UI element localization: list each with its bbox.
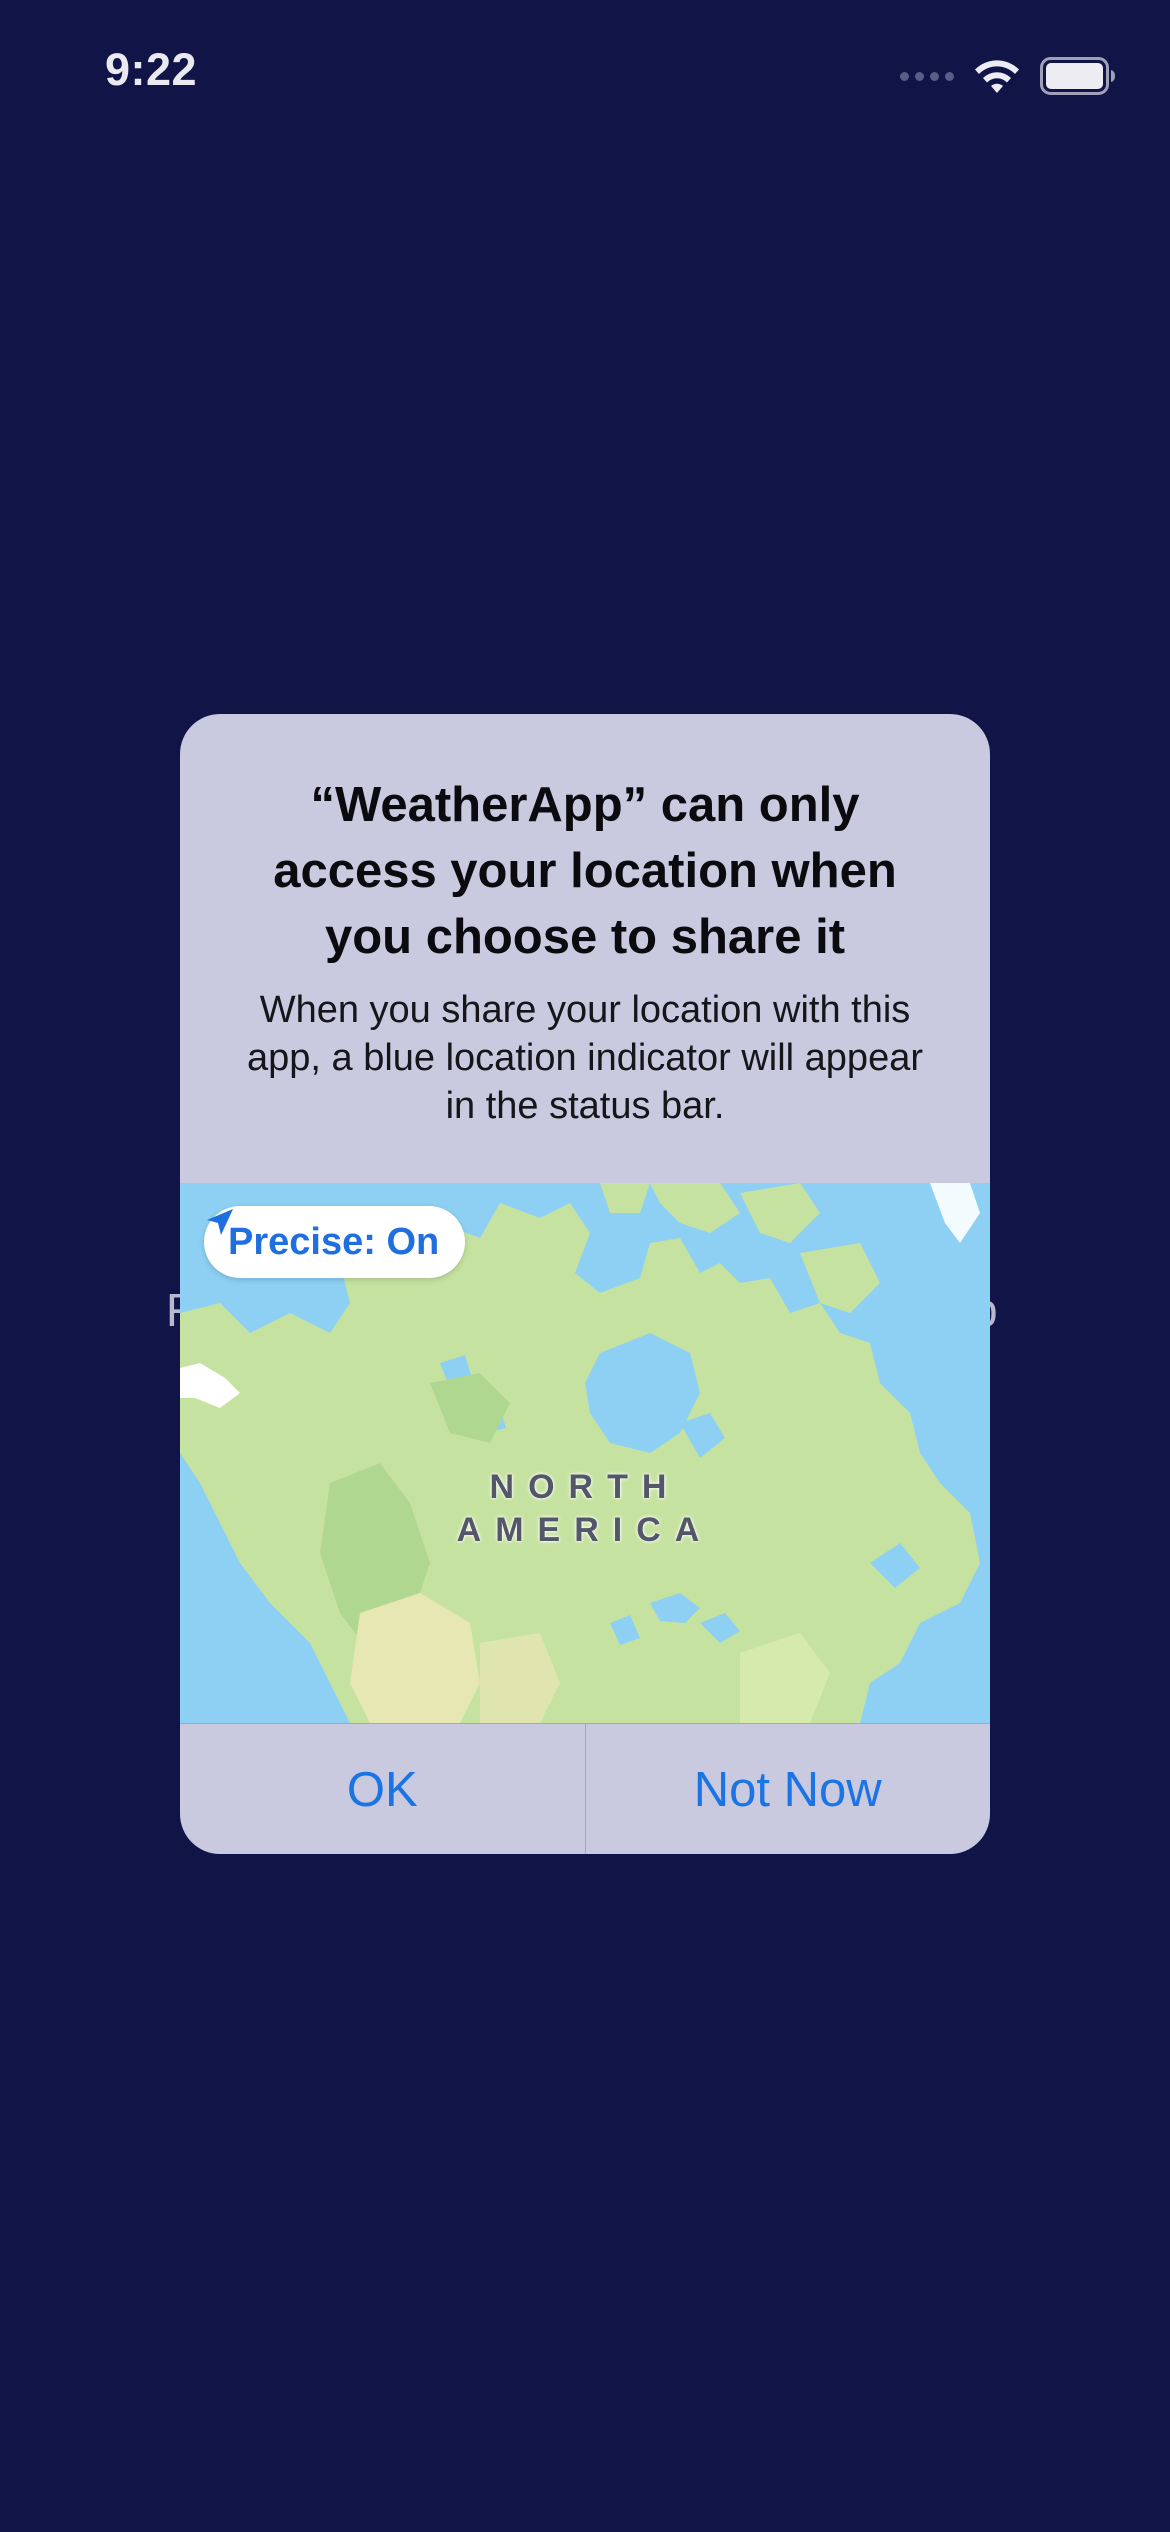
- status-icons: [900, 48, 1116, 104]
- alert-header: “WeatherApp” can only access your locati…: [180, 714, 990, 1183]
- ok-button[interactable]: OK: [180, 1724, 585, 1854]
- location-map: Precise: On NORTH AMERICA: [180, 1183, 990, 1723]
- alert-title: “WeatherApp” can only access your locati…: [273, 778, 897, 964]
- location-arrow-icon: [207, 1209, 233, 1235]
- alert-button-row: OK Not Now: [180, 1723, 990, 1854]
- precise-location-toggle[interactable]: Precise: On: [204, 1206, 466, 1278]
- cellular-signal-icon: [900, 71, 954, 81]
- permission-screen: 9:22 F p “WeatherApp” can only access yo…: [0, 0, 1170, 2532]
- location-permission-alert: “WeatherApp” can only access your locati…: [180, 714, 990, 1854]
- wifi-icon: [975, 60, 1019, 93]
- status-time: 9:22: [105, 44, 198, 95]
- not-now-button[interactable]: Not Now: [584, 1724, 991, 1854]
- map-region-label-line1: NORTH: [489, 1468, 681, 1506]
- precise-toggle-label: Precise: On: [228, 1220, 440, 1263]
- alert-message: When you share your location with this a…: [247, 989, 923, 1127]
- battery-icon: [1040, 57, 1115, 95]
- map-region-label-line2: AMERICA: [456, 1511, 714, 1549]
